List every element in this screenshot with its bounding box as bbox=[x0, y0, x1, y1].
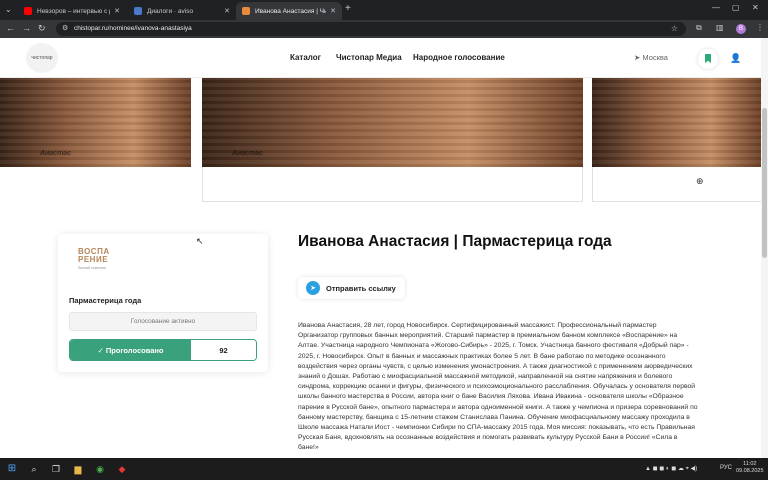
photo-frame-right bbox=[592, 167, 768, 202]
new-tab-button[interactable]: + bbox=[345, 3, 351, 14]
city-selector[interactable]: ➤ Москва bbox=[634, 53, 668, 62]
tab-aviso[interactable]: Диалоги · aviso ✕ bbox=[128, 2, 236, 20]
photo-caption: Анастас bbox=[40, 150, 72, 157]
folder-icon[interactable]: ▆ bbox=[72, 463, 84, 475]
category-title: Пармастерица года bbox=[69, 296, 142, 305]
search-icon[interactable]: ⌕ bbox=[28, 463, 40, 475]
nominee-bio: Иванова Анастасия, 28 лет, город Новосиб… bbox=[298, 322, 698, 452]
brand-sub: банный комплекс bbox=[78, 266, 107, 270]
mouse-cursor-icon: ↖ bbox=[196, 236, 204, 246]
aviso-icon bbox=[134, 7, 142, 15]
photo-frame bbox=[202, 167, 583, 202]
close-icon[interactable]: ✕ bbox=[330, 7, 336, 15]
sponsor-logo: ВОСПА РЕНИЕ банный комплекс bbox=[78, 248, 122, 278]
site-logo[interactable]: чистопар bbox=[26, 43, 58, 73]
back-icon[interactable]: ← bbox=[6, 23, 15, 33]
task-view-icon[interactable]: ❐ bbox=[50, 463, 62, 475]
close-window-icon[interactable]: ✕ bbox=[752, 3, 759, 12]
site-header: чистопар Каталог Чистопар Медиа Народное… bbox=[0, 38, 768, 78]
minimize-icon[interactable]: — bbox=[712, 3, 720, 12]
windows-taskbar: ⊞ ⌕ ❐ ▆ ◉ ◆ ▲ ◼ ◼ ◐ ◼ ☁ ⌖ ◀) РУС 11:02 0… bbox=[0, 458, 768, 480]
photo-caption: Анастас bbox=[232, 150, 264, 157]
photo-center[interactable]: Анастас bbox=[202, 78, 583, 167]
browser-tabstrip: ⌄ Невзоров – интервью с p ✕ Диалоги · av… bbox=[0, 0, 768, 20]
user-icon[interactable]: 👤 bbox=[730, 53, 741, 64]
screen: ⌄ Невзоров – интервью с p ✕ Диалоги · av… bbox=[0, 0, 768, 480]
youtube-icon bbox=[24, 7, 32, 15]
city-label: Москва bbox=[642, 53, 668, 62]
nav-voting[interactable]: Народное голосование bbox=[413, 53, 505, 62]
share-label: Отправить ссылку bbox=[326, 283, 396, 293]
share-button[interactable]: ➤ Отправить ссылку bbox=[298, 277, 405, 299]
telegram-icon: ➤ bbox=[306, 281, 320, 295]
chrome-icon[interactable]: ◉ bbox=[94, 463, 106, 475]
nav-catalog[interactable]: Каталог bbox=[290, 53, 321, 62]
tab-search-icon[interactable]: ⌄ bbox=[5, 5, 15, 15]
voting-status: Голосование активно bbox=[69, 312, 257, 331]
sidepanel-icon[interactable]: ▥ bbox=[716, 23, 724, 32]
clock[interactable]: 11:02 09.08.2025 bbox=[736, 461, 764, 475]
tab-label: Невзоров – интервью с p bbox=[37, 7, 111, 15]
scrollbar-thumb[interactable] bbox=[762, 108, 767, 258]
close-icon[interactable]: ✕ bbox=[114, 7, 120, 15]
clock-date: 09.08.2025 bbox=[736, 468, 764, 474]
forward-icon[interactable]: → bbox=[22, 23, 31, 33]
nominee-card: ВОСПА РЕНИЕ банный комплекс Пармастерица… bbox=[58, 234, 268, 372]
vote-button[interactable]: ✓ Проголосовано bbox=[70, 340, 191, 360]
brand-line-2: РЕНИЕ bbox=[78, 255, 109, 264]
tab-label: Диалоги · aviso bbox=[147, 7, 194, 15]
nav-media[interactable]: Чистопар Медиа bbox=[336, 53, 402, 62]
bookmark-icon bbox=[705, 54, 711, 63]
page-scrollbar[interactable] bbox=[761, 38, 768, 458]
lang-indicator[interactable]: РУС bbox=[720, 465, 732, 471]
address-bar[interactable]: ⚙ chistopar.ru/nominee/ivanova-anastasiy… bbox=[56, 22, 686, 36]
star-icon[interactable]: ☆ bbox=[671, 24, 678, 33]
photo-right[interactable] bbox=[592, 78, 762, 167]
tab-nevzorov[interactable]: Невзоров – интервью с p ✕ bbox=[18, 2, 126, 20]
photo-left[interactable]: Анастас bbox=[0, 78, 191, 167]
reload-icon[interactable]: ↻ bbox=[38, 23, 46, 34]
logo-text: чистопар bbox=[31, 55, 53, 61]
tab-chistopar[interactable]: Иванова Анастасия | Чистопар ✕ bbox=[236, 2, 342, 20]
bookmark-button[interactable] bbox=[698, 49, 718, 69]
browser-toolbar: ← → ↻ ⚙ chistopar.ru/nominee/ivanova-ana… bbox=[0, 20, 768, 38]
menu-icon[interactable]: ⋮ bbox=[756, 23, 764, 32]
close-icon[interactable]: ✕ bbox=[224, 7, 230, 15]
site-info-icon[interactable]: ⚙ bbox=[62, 24, 68, 32]
chistopar-icon bbox=[242, 7, 250, 15]
page-title: Иванова Анастасия | Пармастерица года bbox=[298, 233, 612, 250]
extensions-icon[interactable]: ⧉ bbox=[696, 23, 702, 33]
tray-icons[interactable]: ▲ ◼ ◼ ◐ ◼ ☁ ⌖ ◀) bbox=[645, 465, 697, 473]
vote-control: ✓ Проголосовано 92 bbox=[69, 339, 257, 361]
zoom-icon[interactable]: ⊕ bbox=[696, 176, 704, 187]
tab-label: Иванова Анастасия | Чистопар bbox=[255, 7, 327, 15]
url-text: chistopar.ru/nominee/ivanova-anastasiya bbox=[74, 25, 192, 32]
clock-time: 11:02 bbox=[743, 461, 757, 467]
profile-avatar[interactable]: В bbox=[736, 24, 746, 34]
app-icon[interactable]: ◆ bbox=[116, 463, 128, 475]
windows-start-icon[interactable]: ⊞ bbox=[6, 463, 18, 475]
vote-count: 92 bbox=[191, 340, 256, 360]
maximize-icon[interactable]: ▢ bbox=[732, 3, 740, 12]
